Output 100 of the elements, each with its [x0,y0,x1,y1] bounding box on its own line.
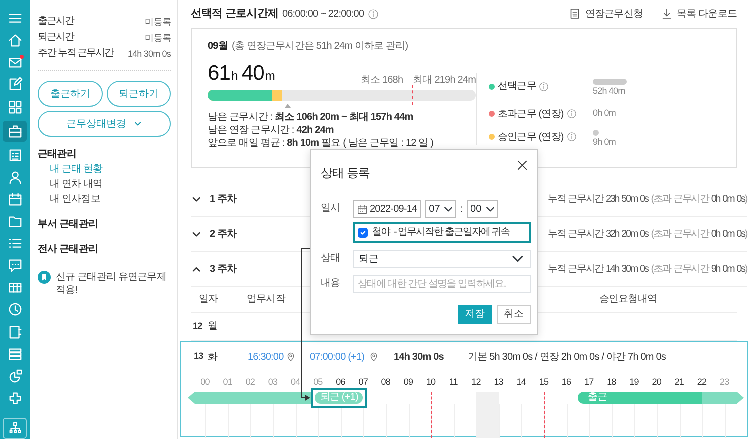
summary-label: 퇴근시간 [38,31,74,45]
hour-label: 14 [516,376,528,389]
detail-text: 앞으로 매일 평균 : 8h 10m 필요 ( 남은 근무일 : 12 일 ) [208,137,435,150]
info-icon[interactable] [368,8,380,20]
hour-label: 19 [628,376,640,389]
break-block [476,392,499,438]
field-label: 상태 [321,252,342,266]
status-select[interactable]: 퇴근 [353,250,531,268]
summary-value: 미등록 [145,32,171,45]
info-icon[interactable] [566,109,577,119]
nav-group[interactable]: 부서 근태관리 [38,217,171,232]
time-breakdown: 기본 5h 30m 0s / 연장 2h 0m 0s / 야간 7h 0m 0s [468,350,666,364]
summary-label: 출근시간 [38,15,74,29]
hour-label: 11 [448,376,459,389]
bookmark-icon [38,271,51,284]
hour-label: 08 [380,376,392,389]
input-field[interactable]: 상태에 대한 간단 설명을 입력하세요. [353,275,531,293]
document-icon[interactable] [569,8,582,20]
limit-line [431,392,432,438]
notice-link[interactable]: 신규 근태관리 유연근무제 적용! [56,271,171,297]
org-chart-icon[interactable] [8,421,22,436]
hour-label: 16 [560,376,572,389]
person-icon[interactable] [8,170,22,185]
nav-group[interactable]: 전사 근태관리 [38,242,171,257]
day-number: 12 [193,320,202,333]
clock-icon[interactable] [8,302,22,318]
week-overtime: (초과 근무시간 0h 0m 0s) [651,228,747,242]
max-label: 최대 219h 24m [413,74,476,88]
summary-value: 14h 30m 0s [128,48,171,61]
date-field[interactable]: 2022-09-14 [353,200,422,218]
chat-icon[interactable] [8,258,22,274]
legend-value: 0h 0m [593,106,618,120]
week-total: 누적 근무시간 32h 20m 0s [548,228,648,242]
action-link[interactable]: 목록 다운로드 [677,6,737,22]
checklist-icon[interactable] [8,148,22,163]
calendar-icon[interactable] [357,204,368,214]
min-label: 최소 168h [360,74,404,88]
download-icon[interactable] [661,8,674,20]
time-separator: : [460,202,463,216]
week-label[interactable]: 1 주차 [210,192,237,206]
folder-icon[interactable] [8,214,22,229]
summary-value: 미등록 [145,16,171,29]
week-label[interactable]: 3 주차 [210,262,237,276]
cancel-button[interactable]: 취소 [497,305,531,324]
info-icon[interactable] [539,82,550,92]
briefcase-icon[interactable] [8,124,22,139]
pie-chart-icon[interactable] [8,368,22,384]
hour-label: 07 [358,376,369,389]
legend-label: 초과근무 (연장) [498,108,564,122]
hour-label: 17 [584,376,595,389]
summary-label: 주간 누적 근무시간 [38,47,114,61]
calendar-icon[interactable] [8,192,22,207]
hour-label: 01 [222,376,234,389]
nav-item[interactable]: 내 연차 내역 [38,177,171,192]
cross-icon[interactable] [8,390,22,406]
hour-label: 12 [470,376,482,389]
legend-bar [593,130,599,136]
hour-select[interactable]: 07 [425,200,456,218]
minute-select[interactable]: 00 [466,200,498,218]
checkbox-note: - 업무시작한 출근일자에 귀속 [394,226,510,240]
legend-label: 선택근무 [498,80,536,94]
week-total: 누적 근무시간 23h 50m 0s [548,192,648,206]
limit-line [544,392,546,438]
week-overtime: (초과 근무시간 9h 0m 0s) [651,262,747,276]
week-label[interactable]: 2 주차 [210,226,237,242]
hour-label: 02 [244,376,256,389]
total-hours: 61 h 40m [208,62,276,87]
edit-icon[interactable] [8,77,22,92]
field-label: 일시 [321,202,342,216]
table-icon[interactable] [8,280,22,296]
dialog-title: 상태 등록 [321,165,370,182]
hour-label: 21 [674,376,686,389]
hour-label: 00 [200,376,211,389]
hour-label: 15 [538,376,550,389]
nav-item[interactable]: 내 인사정보 [38,192,171,207]
week-total: 누적 근무시간 14h 30m 0s [548,262,648,276]
total-time: 14h 30m 0s [394,350,445,364]
close-icon[interactable] [516,158,529,173]
mail-icon[interactable] [8,55,22,70]
column-header: 업무시작 [247,293,286,307]
hour-label: 18 [606,376,618,389]
hour-label: 06 [335,376,346,389]
home-icon[interactable] [8,33,22,48]
grid-icon[interactable] [8,100,22,115]
hour-label: 10 [425,376,437,389]
note-icon[interactable] [8,324,22,340]
info-icon[interactable] [566,132,577,142]
legend-value: 52h 40m [593,85,626,98]
month-label: 09월 [208,40,228,54]
action-link[interactable]: 연장근무신청 [585,6,644,22]
location-pin-icon[interactable] [286,352,296,362]
stack-icon[interactable] [8,346,22,362]
hour-label: 13 [493,376,504,389]
hour-label: 23 [718,376,730,389]
month-note: (총 연장근무시간은 51h 24m 이하로 관리) [232,40,408,54]
nav-group[interactable]: 근태관리 [38,147,171,162]
time-range: 06:00:00 ~ 22:00:00 [282,8,364,22]
column-header: 일자 [198,293,220,307]
location-pin-icon[interactable] [368,352,379,362]
checkbox[interactable] [358,228,368,238]
